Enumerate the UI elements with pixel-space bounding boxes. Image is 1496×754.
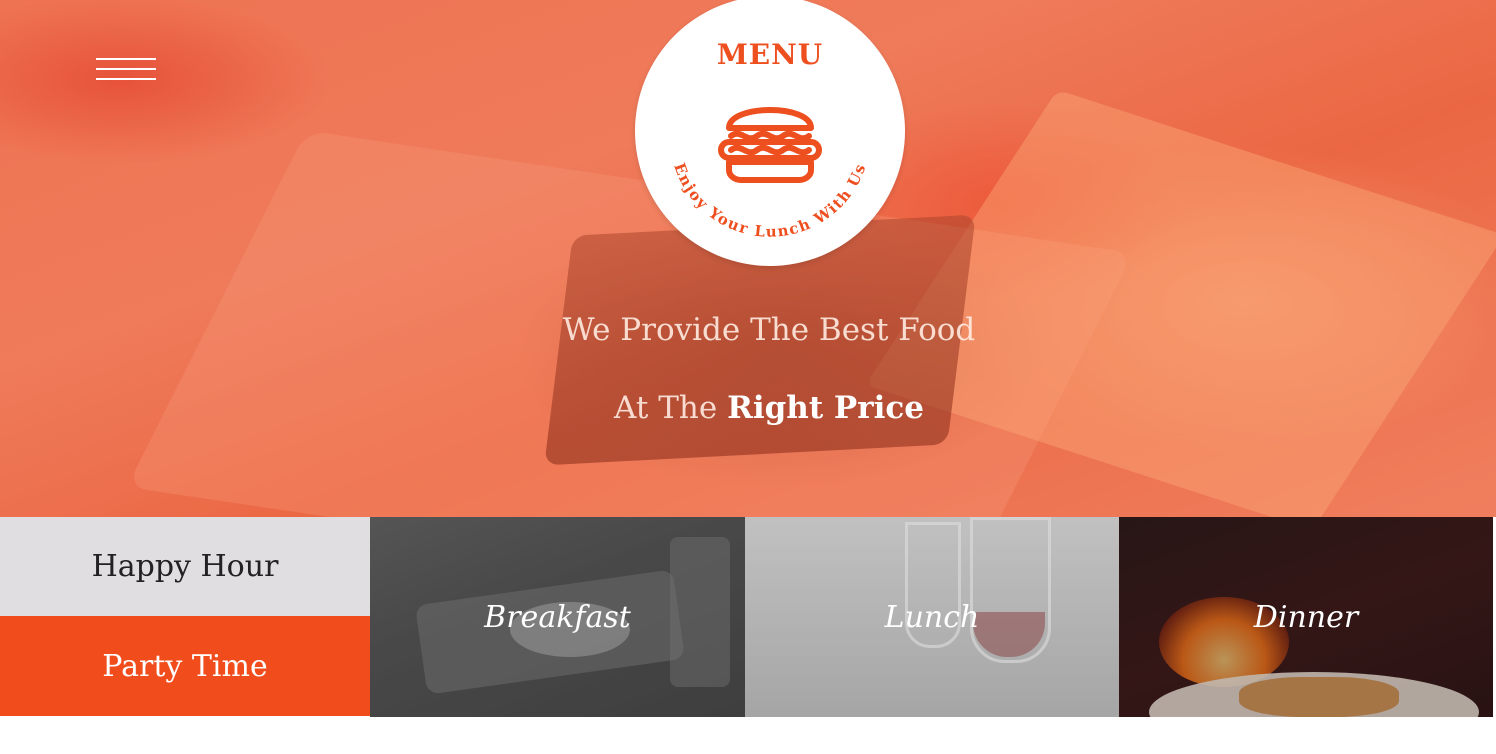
hero-tagline-highlight: Right Price bbox=[727, 390, 924, 426]
lunch-tile[interactable]: Lunch bbox=[745, 517, 1119, 717]
logo-badge[interactable]: MENU Enjoy Your Lunch With Us bbox=[635, 0, 905, 266]
svg-text:Enjoy Your Lunch With Us: Enjoy Your Lunch With Us bbox=[670, 160, 870, 240]
breakfast-label: Breakfast bbox=[484, 599, 631, 635]
party-time-button[interactable]: Party Time bbox=[0, 616, 370, 716]
hamburger-menu-icon[interactable] bbox=[96, 58, 156, 82]
hero-tagline-line2: At The Right Price bbox=[0, 390, 1496, 426]
party-time-label: Party Time bbox=[102, 648, 268, 684]
dinner-label: Dinner bbox=[1253, 599, 1359, 635]
side-button-column: Happy Hour Party Time bbox=[0, 517, 370, 717]
happy-hour-label: Happy Hour bbox=[91, 549, 279, 584]
happy-hour-button[interactable]: Happy Hour bbox=[0, 517, 370, 616]
lunch-label: Lunch bbox=[884, 599, 980, 635]
meal-category-strip: Happy Hour Party Time Breakfast Lunch Di… bbox=[0, 517, 1496, 717]
logo-arc-text: Enjoy Your Lunch With Us bbox=[670, 160, 870, 240]
hero-banner: MENU Enjoy Your Lunch With Us We Provide… bbox=[0, 0, 1496, 517]
dinner-tile[interactable]: Dinner bbox=[1119, 517, 1493, 717]
hero-tagline-prefix: At The bbox=[614, 390, 718, 426]
hero-tagline-line1: We Provide The Best Food bbox=[562, 312, 976, 348]
breakfast-tile[interactable]: Breakfast bbox=[370, 517, 745, 717]
